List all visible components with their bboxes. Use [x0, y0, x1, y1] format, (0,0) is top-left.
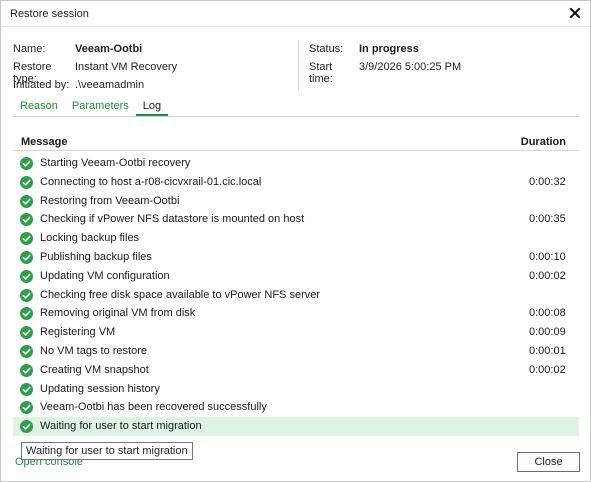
tab-divider: [13, 116, 579, 117]
name-label: Name:: [13, 43, 46, 55]
log-row[interactable]: Waiting for user to start migration: [13, 417, 579, 436]
tab-strip: Reason Parameters Log: [13, 98, 169, 116]
log-row-duration: 0:00:08: [529, 307, 566, 320]
log-row[interactable]: No VM tags to restore 0:00:01: [13, 342, 579, 361]
session-info: Name: Veeam-Ootbi Restore type: Instant …: [1, 27, 590, 91]
log-row-message: Starting Veeam-Ootbi recovery: [40, 157, 191, 169]
check-circle-icon: [20, 288, 33, 302]
row-tooltip: Waiting for user to start migration: [21, 442, 193, 460]
log-row-message: Checking free disk space available to vP…: [40, 288, 321, 301]
check-circle-icon: [20, 232, 33, 246]
check-circle-icon: [20, 157, 33, 170]
log-row-message: Restoring from Veeam-Ootbi: [40, 194, 180, 207]
log-row-duration: 0:00:10: [529, 250, 566, 263]
log-row[interactable]: Restoring from Veeam-Ootbi: [13, 192, 579, 211]
check-circle-icon: [20, 175, 33, 189]
check-circle-icon: [20, 213, 33, 227]
close-icon[interactable]: [567, 5, 583, 21]
log-row-message: Veeam-Ootbi has been recovered successfu…: [40, 401, 267, 414]
log-row[interactable]: Locking backup files: [13, 229, 579, 248]
start-time-label: Start time:: [309, 61, 333, 85]
log-row-message: No VM tags to restore: [40, 344, 147, 357]
log-row[interactable]: Registering VM 0:00:09: [13, 323, 579, 342]
log-row-message: Locking backup files: [40, 232, 140, 245]
log-row[interactable]: Starting Veeam-Ootbi recovery: [13, 154, 579, 173]
log-row-message: Updating session history: [40, 382, 160, 395]
tab-reason[interactable]: Reason: [13, 98, 65, 116]
tab-log[interactable]: Log: [135, 98, 169, 116]
log-row-message: Connecting to host a-r08-cicvxrail-01.ci…: [40, 175, 262, 188]
log-row-duration: 0:00:35: [529, 213, 566, 226]
check-circle-icon: [20, 401, 33, 415]
log-row-message: Waiting for user to start migration: [40, 420, 202, 433]
log-grid-header: Message Duration: [13, 131, 579, 151]
log-row[interactable]: Updating VM configuration 0:00:02: [13, 267, 579, 286]
log-row-message: Publishing backup files: [40, 250, 152, 263]
check-circle-icon: [20, 250, 33, 264]
check-circle-icon: [20, 363, 33, 377]
initiated-by-value: .\veeamadmin: [75, 79, 145, 91]
log-row-duration: 0:00:01: [529, 344, 566, 357]
log-row-message: Creating VM snapshot: [40, 363, 149, 376]
log-row[interactable]: Publishing backup files 0:00:10: [13, 248, 579, 267]
log-row[interactable]: Veeam-Ootbi has been recovered successfu…: [13, 398, 579, 417]
log-row[interactable]: Checking free disk space available to vP…: [13, 286, 579, 305]
close-button[interactable]: Close: [517, 452, 580, 472]
name-value: Veeam-Ootbi: [75, 43, 143, 55]
column-header-duration[interactable]: Duration: [521, 136, 566, 148]
log-row-message: Checking if vPower NFS datastore is moun…: [40, 213, 305, 226]
info-divider: [298, 40, 299, 90]
log-row-duration: 0:00:09: [529, 326, 566, 339]
log-row-message: Removing original VM from disk: [40, 307, 196, 320]
log-row[interactable]: Updating session history: [13, 380, 579, 399]
log-row-duration: 0:00:02: [529, 363, 566, 376]
status-label: Status:: [309, 43, 344, 55]
tab-parameters[interactable]: Parameters: [65, 98, 136, 116]
log-grid: Message Duration Starting Veeam-Ootbi re…: [13, 131, 579, 439]
log-row[interactable]: Creating VM snapshot 0:00:02: [13, 361, 579, 380]
title-bar: Restore session: [1, 1, 590, 27]
check-circle-icon: [20, 344, 33, 358]
status-value: In progress: [359, 43, 419, 55]
log-rows: Starting Veeam-Ootbi recovery Connecting …: [13, 154, 579, 436]
check-circle-icon: [20, 269, 33, 283]
log-row-duration: 0:00:32: [529, 175, 566, 188]
check-circle-icon: [20, 194, 33, 208]
column-header-message[interactable]: Message: [21, 136, 67, 148]
log-row[interactable]: Checking if vPower NFS datastore is moun…: [13, 210, 579, 229]
check-circle-icon: [20, 326, 33, 340]
start-time-value: 3/9/2026 5:00:25 PM: [359, 61, 462, 73]
restore-session-window: Restore session Name: Veeam-Ootbi Restor…: [0, 0, 591, 482]
check-circle-icon: [20, 382, 33, 396]
check-circle-icon: [20, 420, 33, 434]
initiated-by-label: Initiated by:: [13, 79, 70, 91]
log-row-duration: 0:00:02: [529, 269, 566, 282]
log-row[interactable]: Connecting to host a-r08-cicvxrail-01.ci…: [13, 173, 579, 192]
log-row-message: Updating VM configuration: [40, 269, 170, 282]
log-row[interactable]: Removing original VM from disk 0:00:08: [13, 304, 579, 323]
check-circle-icon: [20, 307, 33, 321]
window-title: Restore session: [10, 8, 89, 20]
log-row-message: Registering VM: [40, 326, 116, 339]
